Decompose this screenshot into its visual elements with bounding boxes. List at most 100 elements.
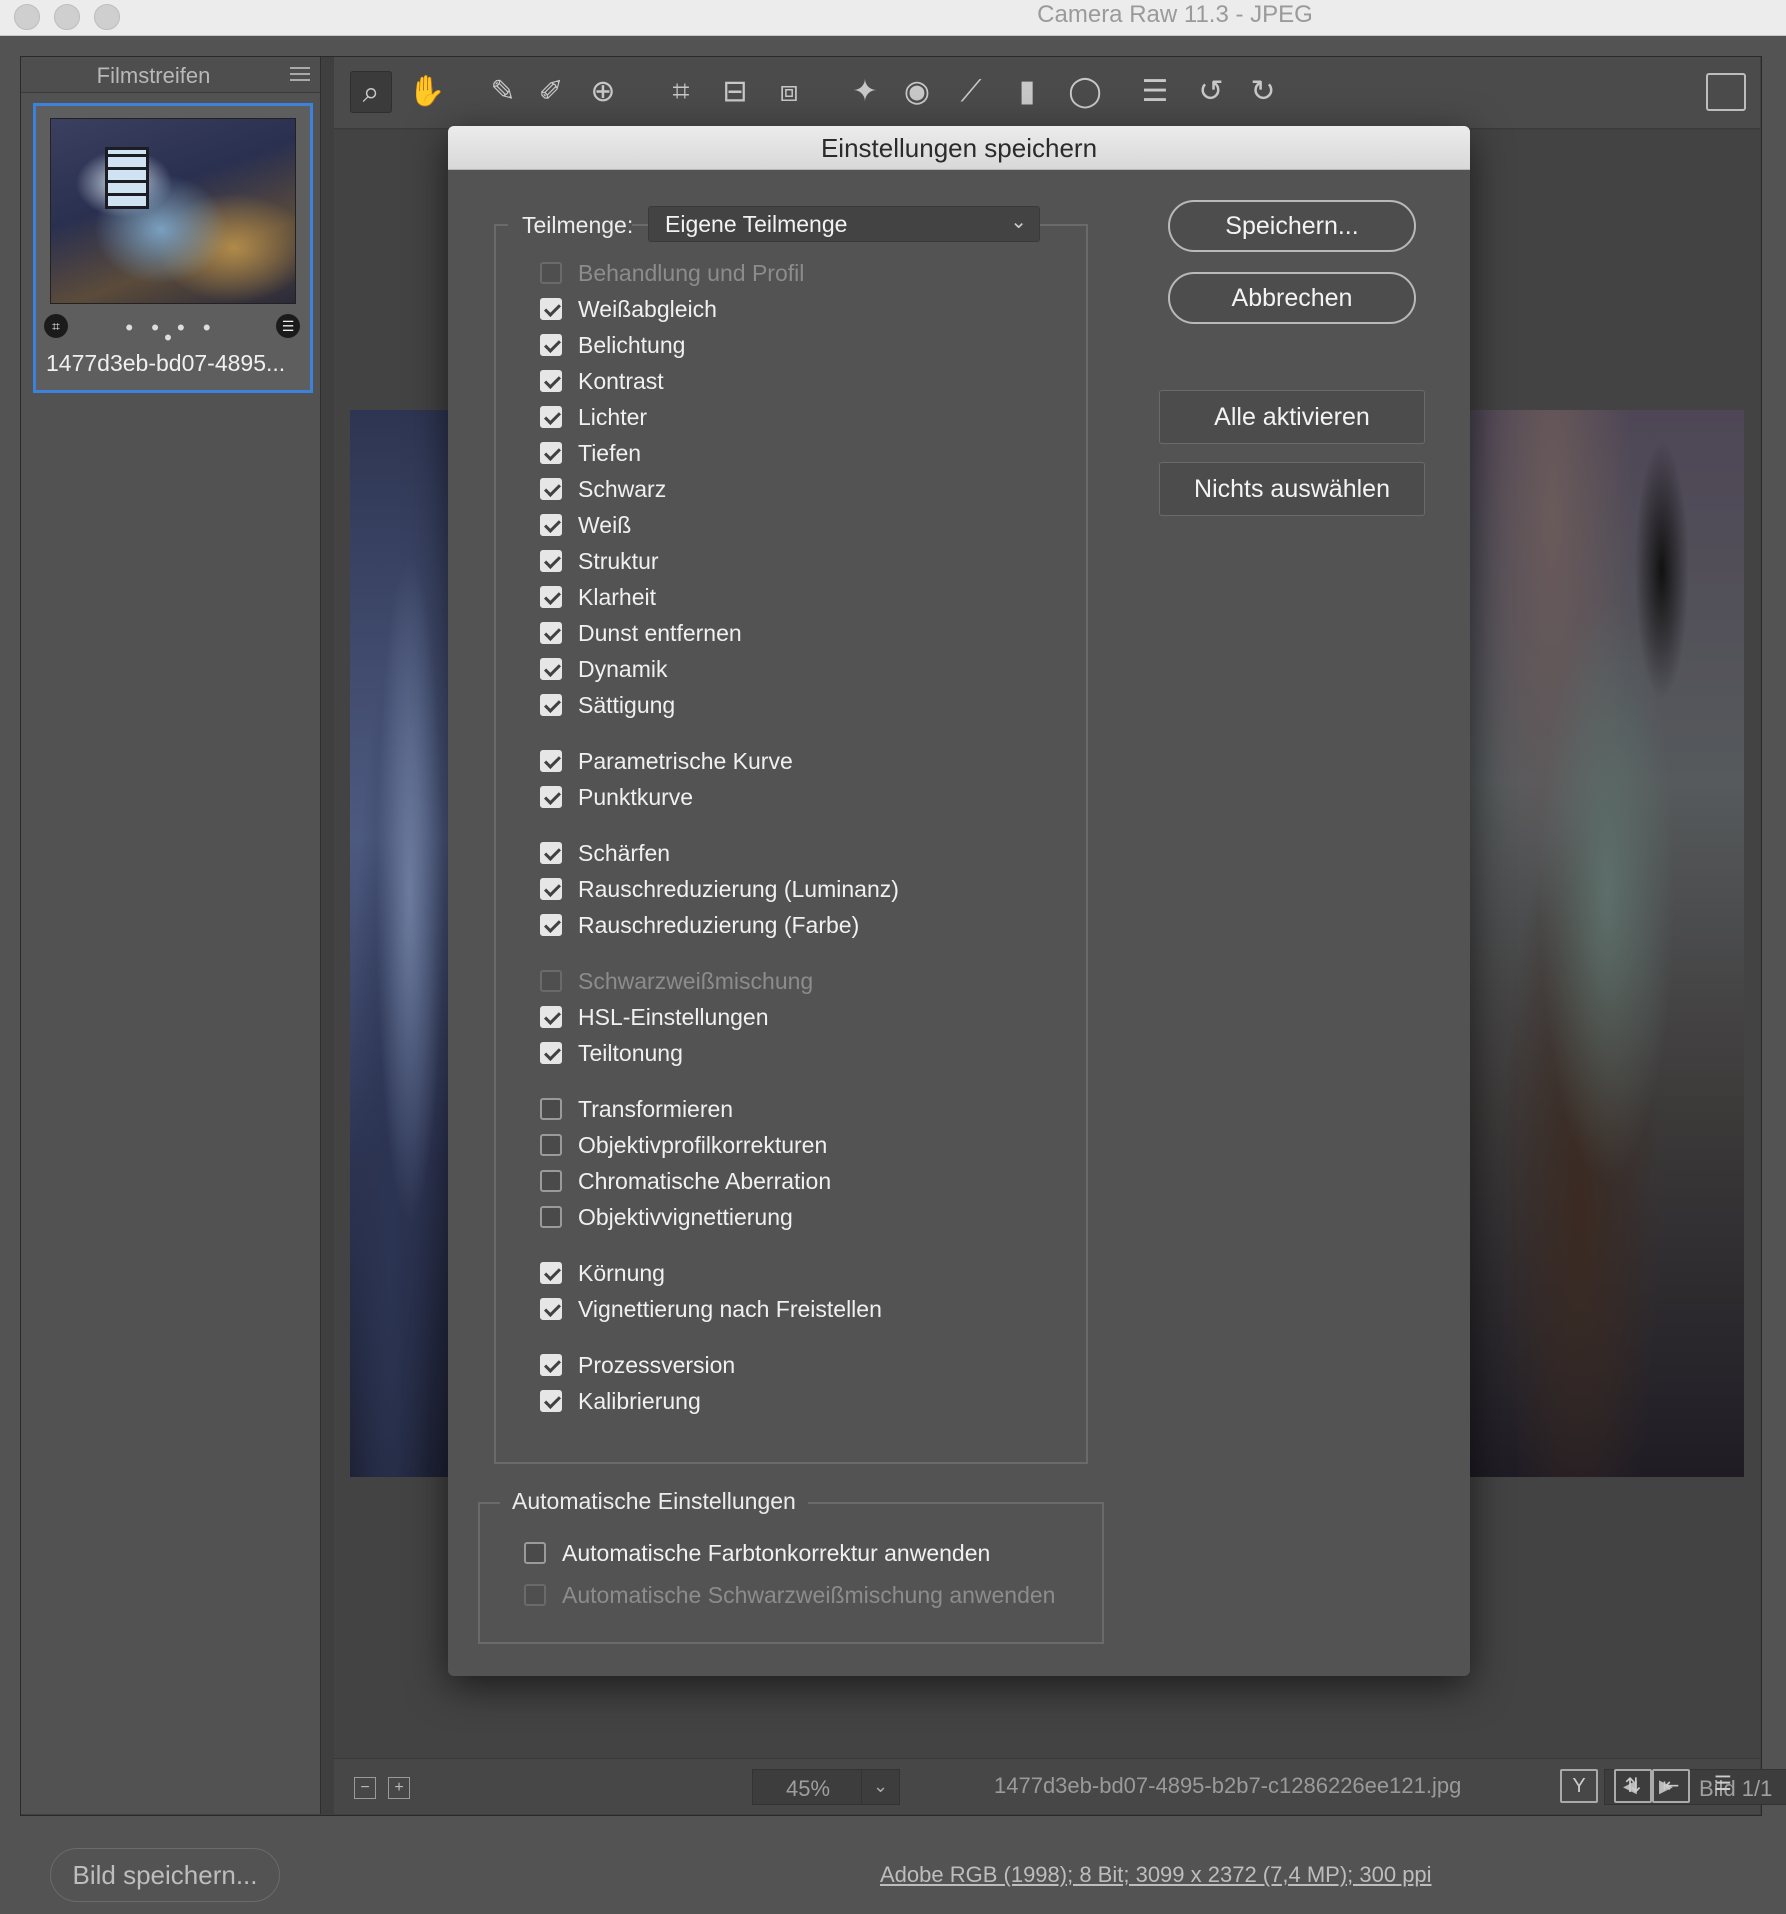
setting-checkbox[interactable] [540, 514, 562, 536]
setting-checkbox[interactable] [540, 1298, 562, 1320]
setting-checkbox[interactable] [540, 622, 562, 644]
swap-settings-icon[interactable]: ⇅ [1614, 1769, 1652, 1803]
setting-checkbox[interactable] [540, 1390, 562, 1412]
color-sampler-tool-icon[interactable]: ✐ [530, 71, 572, 113]
thumbnail-filename: 1477d3eb-bd07-4895... [46, 350, 286, 376]
crop-badge-icon: ⌗ [44, 314, 68, 338]
setting-label: Transformieren [578, 1096, 734, 1122]
red-eye-tool-icon[interactable]: ◉ [896, 71, 938, 113]
setting-checkbox [540, 262, 562, 284]
subset-select[interactable]: Eigene Teilmenge ⌄ [648, 206, 1040, 242]
setting-checkbox[interactable] [540, 334, 562, 356]
minimize-window-button[interactable] [54, 4, 80, 30]
toggle-settings-icon[interactable]: ☰ [1704, 1769, 1742, 1803]
setting-checkbox[interactable] [540, 786, 562, 808]
auto-grayscale-checkbox [524, 1584, 546, 1606]
setting-checkbox[interactable] [540, 478, 562, 500]
zoom-level-value: 45% [785, 1776, 831, 1801]
targeted-adjustment-tool-icon[interactable]: ⊕ [582, 71, 624, 113]
adjustment-brush-icon[interactable]: ⟋ [950, 71, 992, 113]
auto-tone-checkbox[interactable] [524, 1542, 546, 1564]
setting-checkbox[interactable] [540, 694, 562, 716]
setting-checkbox[interactable] [540, 1262, 562, 1284]
setting-checkbox[interactable] [540, 586, 562, 608]
rotate-right-icon[interactable]: ↻ [1242, 71, 1284, 113]
setting-checkbox[interactable] [540, 658, 562, 680]
setting-label: Kontrast [578, 368, 664, 394]
setting-label: Belichtung [578, 332, 686, 358]
setting-label: Sättigung [578, 692, 676, 718]
setting-checkbox[interactable] [540, 842, 562, 864]
graduated-filter-icon[interactable]: ▮ [1006, 71, 1048, 113]
setting-checkbox[interactable] [540, 1354, 562, 1376]
preview-status-bar: − + 45% ⌄ 1477d3eb-bd07-4895-b2b7-c12862… [334, 1758, 1786, 1814]
setting-checkbox[interactable] [540, 1098, 562, 1120]
save-button[interactable]: Speichern... [1168, 200, 1416, 252]
auto-tone-label: Automatische Farbtonkorrektur anwenden [562, 1540, 991, 1566]
setting-label: Behandlung und Profil [578, 260, 805, 286]
right-panel-edge [1762, 57, 1786, 1814]
filmstrip-thumbnail[interactable]: ⌗ • • • • • ☰ 1477d3eb-bd07-4895... [33, 103, 313, 393]
setting-checkbox[interactable] [540, 298, 562, 320]
before-after-icon[interactable]: Y [1560, 1769, 1598, 1803]
cancel-button[interactable]: Abbrechen [1168, 272, 1416, 324]
check-all-button[interactable]: Alle aktivieren [1159, 390, 1425, 444]
check-none-button[interactable]: Nichts auswählen [1159, 462, 1425, 516]
setting-label: Struktur [578, 548, 659, 574]
zoom-level-select[interactable]: 45% ⌄ [752, 1769, 900, 1805]
zoom-window-button[interactable] [94, 4, 120, 30]
setting-label: Dynamik [578, 656, 668, 682]
white-balance-tool-icon[interactable]: ✎ [482, 71, 524, 113]
straighten-tool-icon[interactable]: ⊟ [714, 71, 756, 113]
setting-checkbox[interactable] [540, 1006, 562, 1028]
setting-checkbox[interactable] [540, 550, 562, 572]
setting-checkbox[interactable] [540, 878, 562, 900]
setting-checkbox[interactable] [540, 370, 562, 392]
radial-filter-icon[interactable]: ◯ [1064, 71, 1106, 113]
crop-tool-icon[interactable]: ⌗ [660, 71, 702, 113]
toolbar: ⌕ ✋ ✎ ✐ ⊕ ⌗ ⊟ ⧈ ✦ ◉ ⟋ ▮ ◯ ☰ ↺ ↻ [334, 57, 1760, 129]
setting-label: Parametrische Kurve [578, 748, 793, 774]
save-settings-dialog: Einstellungen speichern Teilmenge: Eigen… [448, 126, 1470, 1676]
zoom-in-button[interactable]: + [388, 1777, 410, 1799]
zoom-tool-icon[interactable]: ⌕ [350, 71, 392, 113]
rotate-left-icon[interactable]: ↺ [1190, 71, 1232, 113]
filmstrip-header: Filmstreifen [21, 57, 320, 93]
setting-label: Kalibrierung [578, 1388, 701, 1414]
setting-label: Teiltonung [578, 1040, 683, 1066]
transform-tool-icon[interactable]: ⧈ [768, 71, 810, 113]
setting-checkbox[interactable] [540, 750, 562, 772]
filmstrip-menu-icon[interactable] [290, 67, 310, 85]
save-image-button[interactable]: Bild speichern... [50, 1848, 280, 1902]
workflow-options-link[interactable]: Adobe RGB (1998); 8 Bit; 3099 x 2372 (7,… [880, 1862, 1432, 1888]
setting-checkbox[interactable] [540, 1206, 562, 1228]
setting-checkbox[interactable] [540, 442, 562, 464]
footer: Bild speichern... Adobe RGB (1998); 8 Bi… [0, 1816, 1786, 1914]
setting-checkbox[interactable] [540, 406, 562, 428]
dialog-title: Einstellungen speichern [820, 133, 1098, 163]
setting-label: Dunst entfernen [578, 620, 742, 646]
spot-removal-tool-icon[interactable]: ✦ [844, 71, 886, 113]
setting-label: Objektivvignettierung [578, 1204, 793, 1230]
setting-label: Vignettierung nach Freistellen [578, 1296, 882, 1322]
rating-dots[interactable]: • • • • • [116, 317, 226, 349]
current-filename: 1477d3eb-bd07-4895-b2b7-c1286226ee121.jp… [994, 1773, 1462, 1798]
hand-tool-icon[interactable]: ✋ [406, 71, 448, 113]
setting-checkbox[interactable] [540, 1170, 562, 1192]
setting-checkbox[interactable] [540, 1042, 562, 1064]
close-window-button[interactable] [14, 4, 40, 30]
setting-label: Chromatische Aberration [578, 1168, 832, 1194]
setting-checkbox [540, 970, 562, 992]
setting-label: Prozessversion [578, 1352, 736, 1378]
setting-checkbox[interactable] [540, 914, 562, 936]
auto-settings-title: Automatische Einstellungen [500, 1488, 808, 1515]
subset-label: Teilmenge: [522, 212, 634, 238]
copy-settings-icon[interactable]: ⇤ [1652, 1769, 1690, 1803]
chevron-down-icon[interactable]: ⌄ [861, 1770, 899, 1804]
setting-label: Klarheit [578, 584, 656, 610]
setting-checkbox[interactable] [540, 1134, 562, 1156]
zoom-out-button[interactable]: − [354, 1777, 376, 1799]
fullscreen-toggle-icon[interactable] [1706, 73, 1746, 111]
preferences-icon[interactable]: ☰ [1134, 71, 1176, 113]
setting-label: Schwarzweißmischung [578, 968, 814, 994]
